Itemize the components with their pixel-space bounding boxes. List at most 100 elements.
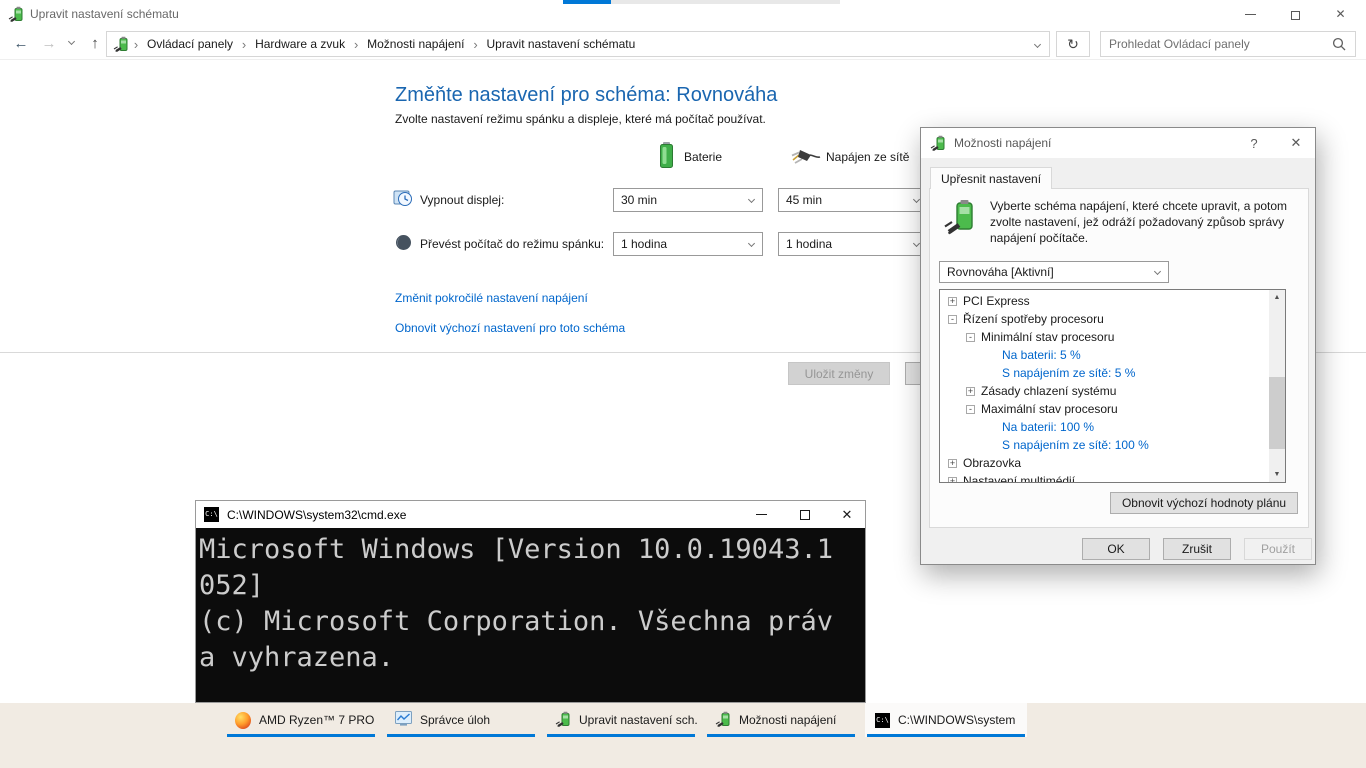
address-dropdown-button[interactable] (1025, 40, 1049, 48)
cancel-button[interactable]: Zrušit (1163, 538, 1231, 560)
breadcrumb-separator (469, 37, 483, 52)
maximize-icon (800, 509, 810, 520)
console-line: (c) Microsoft Corporation. Všechna práv (199, 606, 833, 637)
advanced-settings-link[interactable]: Změnit pokročilé nastavení napájení (395, 291, 588, 305)
tree-item[interactable]: + Nastavení multimédií (940, 472, 1269, 482)
search-input[interactable] (1101, 37, 1332, 51)
close-button[interactable]: ✕ (1318, 0, 1363, 28)
refresh-icon: ↻ (1067, 35, 1079, 52)
expand-icon[interactable]: + (966, 386, 975, 396)
tree-item[interactable]: - Maximální stav procesoru (940, 400, 1269, 418)
forward-button[interactable]: → (36, 30, 62, 56)
tree-item[interactable]: + PCI Express (940, 292, 1269, 310)
collapse-icon[interactable]: - (948, 314, 957, 324)
tree-scrollbar[interactable]: ▲ ▼ (1269, 290, 1285, 482)
breadcrumb-control-panel[interactable]: Ovládací panely (143, 37, 237, 51)
tree-item[interactable]: + Zásady chlazení systému (940, 382, 1269, 400)
minimize-button[interactable] (1228, 0, 1273, 28)
dialog-title: Možnosti napájení (954, 136, 1052, 150)
restore-plan-defaults-button[interactable]: Obnovit výchozí hodnoty plánu (1110, 492, 1298, 514)
background-window-edge-accent (563, 0, 611, 4)
cmd-close-button[interactable]: ✕ (827, 501, 867, 528)
breadcrumb-hardware-sound[interactable]: Hardware a zvuk (251, 37, 349, 51)
settings-tree: + PCI Express - Řízení spotřeby procesoru … (939, 289, 1286, 483)
tree-value-item[interactable]: S napájením ze sítě: 5 % (940, 364, 1269, 382)
sleep-ac-select[interactable]: 1 hodina (778, 232, 928, 256)
restore-defaults-link[interactable]: Obnovit výchozí nastavení pro toto schém… (395, 321, 625, 335)
cmd-icon: C:\ (875, 712, 890, 728)
selected-value: 1 hodina (621, 237, 668, 251)
taskbar-button-edit-plan[interactable]: Upravit nastavení sch... (545, 703, 697, 737)
tree-item-label: Řízení spotřeby procesoru (963, 312, 1104, 326)
collapse-icon[interactable]: - (966, 404, 975, 414)
plan-select[interactable]: Rovnováha [Aktivní] (939, 261, 1169, 283)
dialog-close-button[interactable]: ✕ (1279, 128, 1313, 158)
task-manager-icon (395, 710, 412, 730)
taskbar-button-label: AMD Ryzen™ 7 PRO 4... (259, 713, 377, 727)
power-plan-icon (555, 711, 571, 730)
tree-item-label: Obrazovka (963, 456, 1022, 470)
close-icon: ✕ (1290, 135, 1302, 150)
address-bar[interactable]: Ovládací panely Hardware a zvuk Možnosti… (106, 31, 1050, 57)
tree-value-item[interactable]: Na baterii: 100 % (940, 418, 1269, 436)
dialog-help-button[interactable]: ? (1237, 128, 1271, 158)
ok-button[interactable]: OK (1082, 538, 1150, 560)
chevron-down-icon (912, 195, 921, 204)
cmd-icon: C:\ (204, 507, 219, 522)
display-off-ac-select[interactable]: 45 min (778, 188, 928, 212)
chevron-down-icon (747, 239, 756, 248)
selected-value: 45 min (786, 193, 823, 207)
sleep-moon-icon (395, 234, 412, 254)
taskbar-button-firefox[interactable]: AMD Ryzen™ 7 PRO 4... (225, 703, 377, 737)
navigation-bar: ← → ↑ Ovládací panely Hardware a zvuk Mo… (0, 28, 1366, 60)
taskbar-button-task-manager[interactable]: Správce úloh (385, 703, 537, 737)
tree-item[interactable]: + Obrazovka (940, 454, 1269, 472)
search-box (1100, 31, 1356, 57)
tree-value-item[interactable]: S napájením ze sítě: 100 % (940, 436, 1269, 454)
forward-icon: → (41, 34, 57, 52)
tree-value-item[interactable]: Na baterii: 5 % (940, 346, 1269, 364)
power-plan-icon (8, 6, 24, 25)
apply-button[interactable]: Použít (1244, 538, 1312, 560)
chevron-down-icon (747, 195, 756, 204)
cmd-maximize-button[interactable] (785, 501, 825, 528)
sleep-label: Převést počítač do režimu spánku: (420, 237, 605, 251)
window-title: Upravit nastavení schématu (30, 7, 179, 21)
scrollbar-thumb[interactable] (1269, 377, 1285, 449)
page-subtitle: Zvolte nastavení režimu spánku a displej… (395, 112, 766, 126)
tree-item[interactable]: - Řízení spotřeby procesoru (940, 310, 1269, 328)
taskbar-button-power-options[interactable]: Možnosti napájení (705, 703, 857, 737)
collapse-icon[interactable]: - (966, 332, 975, 342)
tree-item[interactable]: - Minimální stav procesoru (940, 328, 1269, 346)
save-changes-button[interactable]: Uložit změny (788, 362, 890, 385)
breadcrumb-separator (237, 37, 251, 52)
taskbar-button-label: Upravit nastavení sch... (579, 713, 697, 727)
search-icon[interactable] (1332, 37, 1346, 51)
tab-advanced-settings[interactable]: Upřesnit nastavení (930, 167, 1053, 189)
scroll-down-button[interactable]: ▼ (1269, 467, 1285, 482)
background-window-edge (611, 0, 840, 4)
cmd-minimize-button[interactable] (741, 501, 781, 528)
breadcrumb-power-options[interactable]: Možnosti napájení (363, 37, 468, 51)
console-output[interactable]: Microsoft Windows [Version 10.0.19043.1 0… (196, 528, 865, 702)
minimize-icon (755, 514, 767, 515)
running-indicator (867, 734, 1025, 737)
expand-icon[interactable]: + (948, 458, 957, 468)
sleep-battery-select[interactable]: 1 hodina (613, 232, 763, 256)
up-button[interactable]: ↑ (82, 30, 108, 56)
history-dropdown-button[interactable] (62, 30, 80, 56)
running-indicator (387, 734, 535, 737)
refresh-button[interactable]: ↻ (1056, 31, 1090, 57)
expand-icon[interactable]: + (948, 476, 957, 482)
breadcrumb-separator (349, 37, 363, 52)
back-button[interactable]: ← (8, 30, 34, 56)
cmd-titlebar[interactable]: C:\ C:\WINDOWS\system32\cmd.exe ✕ (196, 501, 865, 528)
expand-icon[interactable]: + (948, 296, 957, 306)
scroll-up-button[interactable]: ▲ (1269, 290, 1285, 305)
titlebar[interactable]: Upravit nastavení schématu ✕ (0, 0, 1366, 28)
taskbar-button-cmd[interactable]: C:\ C:\WINDOWS\system... (865, 703, 1027, 737)
restore-button[interactable] (1273, 0, 1318, 28)
display-off-battery-select[interactable]: 30 min (613, 188, 763, 212)
breadcrumb-edit-plan[interactable]: Upravit nastavení schématu (483, 37, 640, 51)
dialog-titlebar[interactable]: Možnosti napájení ? ✕ (921, 128, 1315, 158)
